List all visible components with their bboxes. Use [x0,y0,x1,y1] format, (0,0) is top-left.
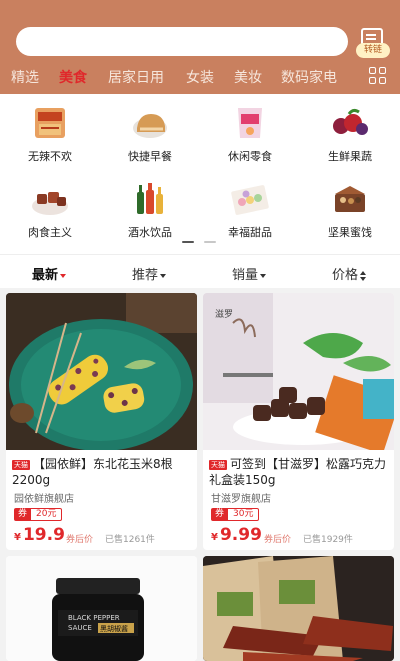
grid-menu-icon[interactable] [369,67,388,86]
chevron-down-icon [160,273,167,278]
product-title: 天猫 可签到【甘滋罗】松露巧克力礼盒装150g [209,457,387,487]
price: ¥19.9 [14,525,65,545]
sold-count: 已售1929件 [303,535,353,545]
category-item-snacks[interactable]: 休闲零食 [210,98,290,168]
tab-featured[interactable]: 精选 [11,67,39,87]
tab-womens-clothing[interactable]: 女装 [186,67,214,87]
convert-link-label: 转链 [356,43,390,58]
beef-jerky-product-image [203,556,394,661]
chocolate-product-image: 滋罗 [203,293,394,450]
tab-beauty[interactable]: 美妆 [234,67,262,87]
sort-price[interactable]: 价格 [332,264,367,283]
page-indicator [182,240,218,244]
category-label: 肉食主义 [28,226,72,239]
category-label: 幸福甜品 [228,226,272,239]
pepper-sauce-product-image: BLACK PEPPER SAUCE 黑胡椒酱 [6,556,197,661]
svg-text:SAUCE: SAUCE [68,624,92,632]
corn-product-image [6,293,197,450]
category-label: 无辣不欢 [28,150,72,163]
convert-link-button[interactable]: 转链 [356,26,390,58]
bread-image [133,114,167,138]
category-grid: 无辣不欢 快捷早餐 休闲零食 生鲜果蔬 肉食主义 酒水饮品 幸福甜品 坚果蜜饯 [0,94,400,254]
sold-count: 已售1261件 [105,535,155,545]
category-label: 快捷早餐 [128,150,172,163]
svg-text:BLACK PEPPER: BLACK PEPPER [68,614,120,622]
coupon-badge: 券 30元 [211,508,260,521]
category-item-spicy[interactable]: 无辣不欢 [10,98,90,168]
price-note: 券后价 [264,535,292,545]
tab-digital-appliances[interactable]: 数码家电 [281,67,337,87]
tmall-badge: 天猫 [12,459,30,470]
snack-bag-image [238,108,262,138]
product-card[interactable]: 天猫 【园依鲜】东北花玉米8根2200g 园依鲜旗舰店 券 20元 ¥19.9 券后… [6,293,197,550]
category-item-drinks[interactable]: 酒水饮品 [110,174,190,244]
coupon-badge: 券 20元 [14,508,63,521]
svg-text:黑胡椒酱: 黑胡椒酱 [100,624,128,633]
bottles-image [137,183,163,214]
tab-food[interactable]: 美食 [59,67,87,87]
product-card[interactable]: BLACK PEPPER SAUCE 黑胡椒酱 [6,556,197,661]
category-tabs: 精选 美食 居家日用 女装 美妆 数码家电 [0,64,400,90]
shop-name: 园依鲜旗舰店 [14,494,74,505]
product-card[interactable]: 滋罗 天猫 可签到【甘滋罗】松露巧克力礼盒装150g 甘滋罗旗舰店 券 30元 ¥9… [203,293,394,550]
fruit-image [333,108,368,135]
sort-up-down-icon [360,270,367,281]
category-item-nuts[interactable]: 坚果蜜饯 [310,174,390,244]
sort-sales[interactable]: 销量 [232,264,267,283]
category-label: 坚果蜜饯 [328,226,372,239]
sort-recommended[interactable]: 推荐 [132,264,167,283]
category-item-meat[interactable]: 肉食主义 [10,174,90,244]
product-card[interactable] [203,556,394,661]
chevron-down-icon [60,273,67,278]
sort-bar: 最新 推荐 销量 价格 [0,254,400,288]
macaron-box-image [231,185,269,215]
shop-name: 甘滋罗旗舰店 [211,494,271,505]
category-label: 生鲜果蔬 [328,150,372,163]
svg-text:滋罗: 滋罗 [215,308,233,320]
category-label: 休闲零食 [228,150,272,163]
category-label: 酒水饮品 [128,226,172,239]
category-item-desserts[interactable]: 幸福甜品 [210,174,290,244]
top-header: 转链 精选 美食 居家日用 女装 美妆 数码家电 [0,0,400,94]
category-item-fresh-produce[interactable]: 生鲜果蔬 [310,98,390,168]
tmall-badge: 天猫 [209,459,227,470]
nut-gift-box-image [335,186,365,212]
price-note: 券后价 [66,535,94,545]
category-item-breakfast[interactable]: 快捷早餐 [110,98,190,168]
price: ¥9.99 [211,525,262,545]
chevron-down-icon [260,273,267,278]
search-input[interactable] [16,27,348,56]
meat-image [32,192,68,215]
spicy-snack-image [35,108,65,138]
sort-newest[interactable]: 最新 [32,264,67,283]
tab-home-daily[interactable]: 居家日用 [108,67,164,87]
product-title: 天猫 【园依鲜】东北花玉米8根2200g [12,457,173,487]
